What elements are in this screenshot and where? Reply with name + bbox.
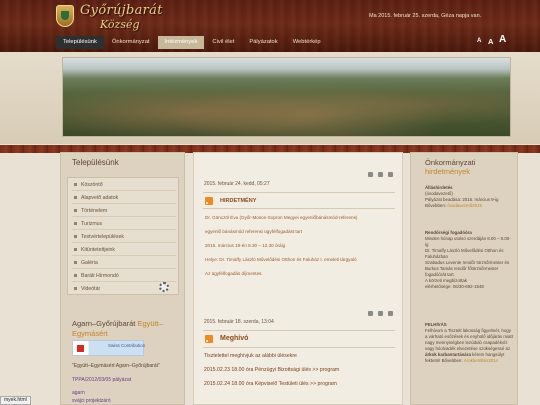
bullet-icon [74, 235, 77, 239]
agarn-link[interactable]: agarn [72, 390, 85, 396]
nav-item-palyazatok[interactable]: Pályázatok [242, 36, 284, 49]
rss-icon[interactable] [205, 197, 213, 205]
sidebar-title: Településünk [72, 158, 119, 167]
bullet-icon [74, 274, 77, 278]
police-block: Rendőrségi fogadóóra Minden hónap utolsó… [425, 230, 511, 289]
sidebar-item-galeria[interactable]: Galéria [72, 258, 176, 269]
font-size-large-button[interactable]: A [499, 34, 506, 47]
divider [203, 347, 395, 348]
projektzaro-link[interactable]: svájci projektzáró [72, 398, 111, 404]
nav-item-webterkep[interactable]: Webtérkép [286, 36, 328, 49]
sidebar-item-kituntetettjeink[interactable]: Kitüntetettjeink [72, 245, 176, 256]
site-title-line1[interactable]: Győrújbarát [80, 3, 163, 18]
post-text: 2015. március 19-én 8.30 – 12.30 óráig [205, 243, 286, 248]
email-icon[interactable] [388, 172, 393, 177]
post-text: egyenlő bánásmód referensi ügyfélfogadás… [205, 229, 303, 234]
nav-item-intezmenyek[interactable]: Intézmények [157, 36, 205, 49]
job-ad-block: Álláshirdetés (óvodavezető) Pályázat bea… [425, 185, 499, 208]
pdf-icon[interactable] [368, 311, 373, 316]
print-icon[interactable] [378, 311, 383, 316]
bullet-icon [74, 287, 77, 291]
bullet-icon [74, 248, 77, 252]
nav-item-civil-elet[interactable]: Civil élet [205, 36, 241, 49]
post-date: 2015. február 18. szerda, 13:04 [204, 319, 274, 325]
post-heading[interactable]: Meghívó [220, 335, 248, 342]
bullet-icon [74, 196, 77, 200]
sidebar-item-testvertelepulesek[interactable]: Testvértelepülések [72, 232, 176, 243]
sidebar-item-tortenelem[interactable]: Történelem [72, 206, 176, 217]
sidebar-menu: Köszöntő Alapvető adatok Történelem Turi… [67, 177, 179, 295]
pdf-icon[interactable] [368, 172, 373, 177]
divider [203, 330, 395, 331]
post-tools [368, 311, 393, 316]
post-text: Az ügyfélfogadás díjmentes. [205, 271, 263, 276]
loading-spinner-icon [159, 282, 169, 292]
date-text: Ma 2015. február 25. szerda, Géza napja … [369, 13, 482, 19]
status-bar: myek.html [0, 396, 31, 405]
nav-item-onkormanyzat[interactable]: Önkormányzat [105, 36, 157, 49]
post-heading[interactable]: HIRDETMÉNY [220, 198, 256, 204]
rss-icon[interactable] [205, 335, 213, 343]
program-link[interactable]: 2015.02.23 18.00 óra Pénzügyi Bizottsági… [204, 367, 339, 373]
sidebar-item-turizmus[interactable]: Turizmus [72, 219, 176, 230]
bullet-icon [74, 222, 77, 226]
tppa-link[interactable]: TPPA/2012/03/05 pályázat [72, 377, 131, 383]
post-date: 2015. február 24. kedd, 05:27 [204, 181, 270, 187]
crest-logo-icon[interactable] [56, 5, 74, 27]
site-title-line2[interactable]: Község [100, 18, 140, 31]
bullet-icon [74, 209, 77, 213]
font-size-medium-button[interactable]: A [488, 37, 493, 50]
divider [203, 192, 395, 193]
post-tools [368, 172, 393, 177]
nav-item-telepulesunk[interactable]: Településünk [56, 36, 104, 49]
post-text: Tisztelettel meghívjuk az alábbi ülésekr… [204, 353, 297, 359]
agarn-box-title: Agarn–Győrújbarát Együtt– Egymásért [72, 319, 163, 338]
main-nav: Településünk Önkormányzat Intézmények Ci… [56, 36, 329, 49]
bullet-icon [74, 183, 77, 187]
agarn-subtitle: "Együtt–Egymásért Agarn–Győrújbarát" [72, 363, 160, 369]
post-text: Dr. Gönczöl Éva (Győr-Moson-Sopron Megye… [205, 215, 358, 220]
sidebar-item-barati-hirmondo[interactable]: Baráti Hírmondó [72, 271, 176, 282]
right-box-title: Önkormányzati hirdetmények [425, 158, 476, 176]
job-ad-link[interactable]: óvodavezető2015 [447, 203, 482, 208]
font-size-small-button[interactable]: A [477, 38, 481, 51]
sidebar-item-koszonto[interactable]: Köszöntő [72, 180, 176, 191]
program-link[interactable]: 2015.02.24 18.00 óra Képviselő Testületi… [204, 381, 337, 387]
divider [203, 208, 395, 209]
email-icon[interactable] [388, 311, 393, 316]
print-icon[interactable] [378, 172, 383, 177]
sidebar-item-alapveto-adatok[interactable]: Alapvető adatok [72, 193, 176, 204]
post-text: Helye: Dr. Timaffy László Művelődési Ott… [205, 257, 357, 262]
panorama-image [62, 57, 511, 137]
notice-block: FELHÍVÁS Felhívom a Tisztelt lakosság fi… [425, 322, 513, 363]
swiss-contribution-text: Swiss Contribution [108, 343, 146, 348]
arok-link[interactable]: Árokbetöltés2014 [464, 358, 498, 363]
bullet-icon [74, 261, 77, 265]
